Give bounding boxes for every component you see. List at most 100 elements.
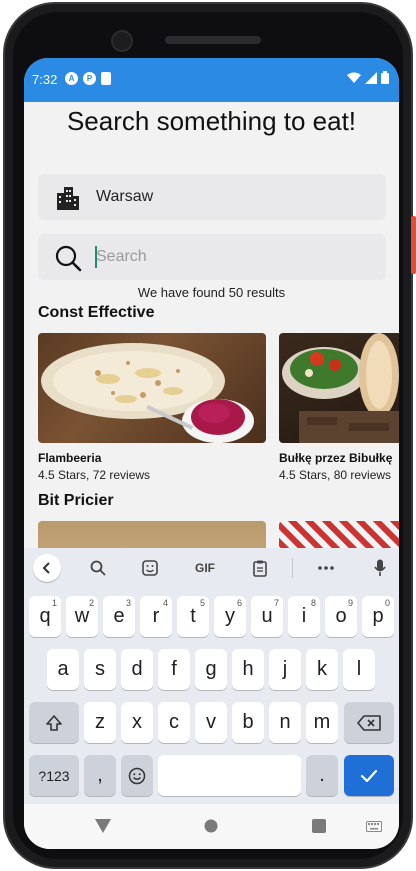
results-count: We have found 50 results [137, 285, 286, 300]
clipboard-button[interactable] [248, 556, 272, 580]
status-bar: 7:32 A P [24, 58, 399, 102]
keyboard-toolbar: GIF [24, 548, 399, 588]
key-k[interactable]: k [306, 649, 338, 690]
key-g[interactable]: g [195, 649, 227, 690]
home-nav-icon[interactable] [204, 819, 218, 833]
key-p[interactable]: p0 [362, 596, 394, 637]
key-hint: 8 [310, 598, 316, 608]
checkmark-icon [360, 769, 378, 782]
backspace-icon [357, 714, 381, 731]
key-v[interactable]: v [195, 702, 227, 743]
recents-nav-icon[interactable] [312, 819, 326, 833]
notification-icons: A P [65, 72, 111, 85]
keyboard-switch-icon[interactable] [366, 821, 382, 832]
restaurant-rating: 4.5 Stars, 80 reviews [279, 468, 392, 482]
app-notification-icon: A [65, 72, 78, 85]
search-input[interactable] [96, 242, 366, 272]
key-label: i [301, 605, 307, 627]
clipboard-icon [253, 560, 267, 577]
restaurant-name: Flambeeria [38, 451, 102, 465]
key-w[interactable]: w2 [66, 596, 98, 637]
key-u[interactable]: u7 [251, 596, 283, 637]
restaurant-card[interactable]: Flambeeria 4.5 Stars, 72 reviews [38, 333, 266, 482]
phone-frame: 7:32 A P Search something to eat! Warsaw… [3, 2, 416, 869]
key-label: q [39, 605, 51, 627]
battery-icon [381, 71, 389, 84]
key-b[interactable]: b [232, 702, 264, 743]
salad-bread-illustration [282, 333, 399, 443]
key-d[interactable]: d [121, 649, 153, 690]
key-hint: 1 [51, 598, 57, 608]
key-h[interactable]: h [232, 649, 264, 690]
key-r[interactable]: r4 [140, 596, 172, 637]
key-x[interactable]: x [121, 702, 153, 743]
status-time: 7:32 [32, 72, 58, 87]
more-horizontal-icon [318, 566, 334, 570]
key-hint: 4 [162, 598, 168, 608]
screen: 7:32 A P Search something to eat! Warsaw… [24, 58, 399, 849]
key-a[interactable]: a [47, 649, 79, 690]
system-status-icons [347, 71, 389, 84]
search-field[interactable] [38, 234, 386, 280]
key-label: o [335, 605, 347, 627]
key-i[interactable]: i8 [288, 596, 320, 637]
search-icon [55, 245, 82, 272]
restaurant-photo [279, 333, 399, 443]
key-t[interactable]: t5 [177, 596, 209, 637]
sticker-button[interactable] [138, 556, 162, 580]
key-hint: 0 [384, 598, 390, 608]
system-navigation-bar [24, 804, 399, 849]
app-notification-icon: P [83, 72, 96, 85]
backspace-key[interactable] [344, 702, 394, 743]
keyboard-search-button[interactable] [86, 556, 110, 580]
key-f[interactable]: f [158, 649, 190, 690]
sticker-icon [142, 560, 158, 576]
key-label: u [261, 605, 273, 627]
key-e[interactable]: e3 [103, 596, 135, 637]
collapse-toolbar-button[interactable] [33, 554, 61, 582]
key-label: e [113, 605, 125, 627]
flatbread-dish-illustration [41, 343, 254, 443]
key-hint: 7 [273, 598, 279, 608]
key-m[interactable]: m [306, 702, 338, 743]
search-icon [90, 560, 106, 576]
key-c[interactable]: c [158, 702, 190, 743]
back-nav-icon[interactable] [95, 819, 111, 833]
comma-key[interactable]: , [84, 755, 116, 796]
power-button[interactable] [411, 216, 416, 274]
symbols-key[interactable]: ?123 [29, 755, 79, 796]
key-o[interactable]: o9 [325, 596, 357, 637]
key-z[interactable]: z [84, 702, 116, 743]
key-q[interactable]: q1 [29, 596, 61, 637]
emoji-icon [128, 767, 146, 784]
chevron-left-icon [42, 562, 50, 574]
front-camera [111, 30, 133, 52]
voice-input-button[interactable] [368, 556, 392, 580]
key-j[interactable]: j [269, 649, 301, 690]
enter-key[interactable] [344, 755, 394, 796]
section-title-cost-effective: Const Effective [38, 304, 155, 321]
spacebar-key[interactable] [158, 755, 301, 796]
restaurant-photo [38, 333, 266, 443]
key-hint: 5 [199, 598, 205, 608]
city-selector[interactable]: Warsaw [38, 174, 386, 220]
restaurant-name: Bułkę przez Bibułkę [279, 451, 393, 465]
key-n[interactable]: n [269, 702, 301, 743]
key-s[interactable]: s [84, 649, 116, 690]
shift-key[interactable] [29, 702, 79, 743]
page-title: Search something to eat! [66, 106, 357, 136]
microphone-icon [374, 559, 386, 576]
section-title-bit-pricier: Bit Pricier [38, 492, 114, 509]
key-l[interactable]: l [343, 649, 375, 690]
earpiece-speaker [165, 36, 261, 44]
key-y[interactable]: y6 [214, 596, 246, 637]
restaurant-rating: 4.5 Stars, 72 reviews [38, 468, 151, 482]
emoji-key[interactable] [121, 755, 153, 796]
period-key[interactable]: . [306, 755, 338, 796]
more-options-button[interactable] [314, 556, 338, 580]
key-label: r [152, 605, 160, 627]
gif-button[interactable]: GIF [188, 556, 222, 580]
city-name: Warsaw [96, 188, 154, 205]
restaurant-card[interactable]: Bułkę przez Bibułkę 4.5 Stars, 80 review… [279, 333, 399, 482]
key-label: p [372, 605, 384, 627]
